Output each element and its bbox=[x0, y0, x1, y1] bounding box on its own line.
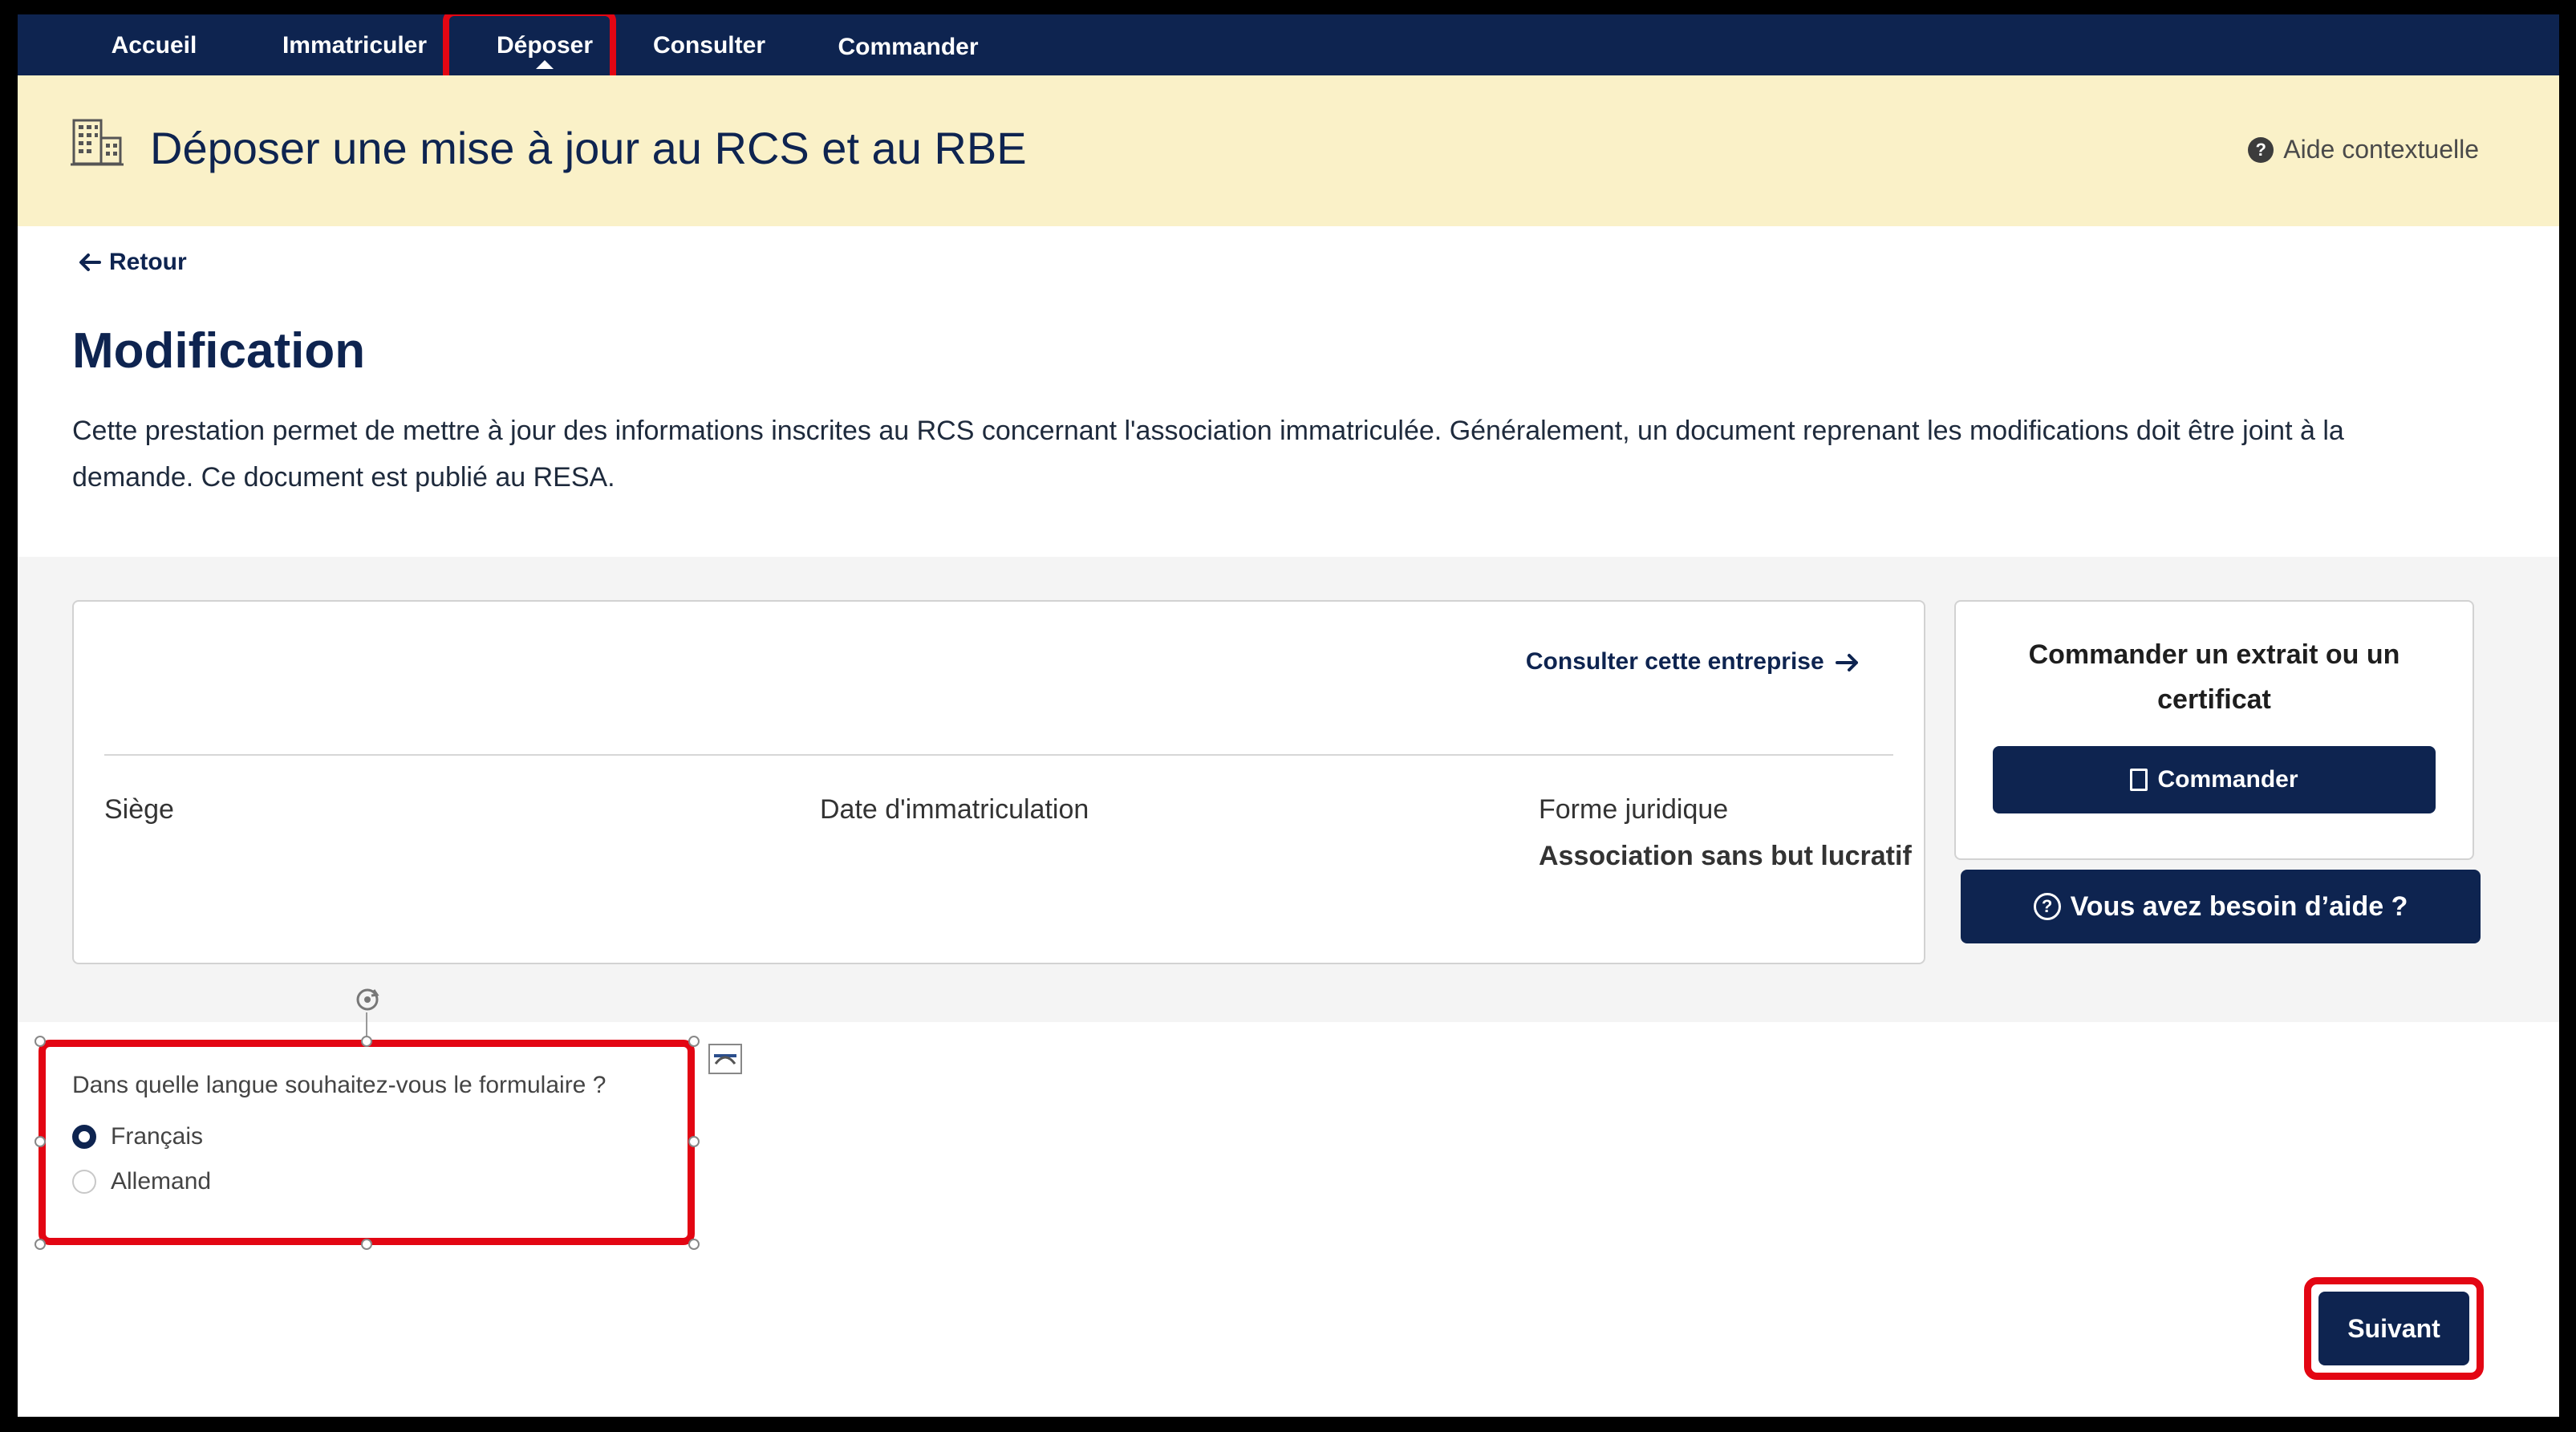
consulter-entreprise-label: Consulter cette entreprise bbox=[1525, 648, 1824, 675]
resize-handle[interactable] bbox=[688, 1136, 700, 1147]
nav-immatriculer[interactable]: Immatriculer bbox=[258, 26, 451, 66]
resize-handle[interactable] bbox=[688, 1239, 700, 1250]
field-label-forme-juridique: Forme juridique bbox=[1539, 794, 1729, 825]
arrow-right-icon bbox=[1836, 654, 1858, 672]
page-header-title: Déposer une mise à jour au RCS et au RBE bbox=[150, 123, 1027, 173]
nav-accueil[interactable]: Accueil bbox=[98, 26, 210, 66]
nav-consulter[interactable]: Consulter bbox=[637, 26, 781, 66]
consulter-entreprise-link[interactable]: Consulter cette entreprise bbox=[1526, 648, 1860, 675]
arrow-left-icon bbox=[79, 254, 101, 271]
commander-button-label: Commander bbox=[2157, 766, 2298, 793]
nav-commander[interactable]: Commander bbox=[820, 27, 996, 67]
layout-options-icon[interactable] bbox=[708, 1043, 743, 1075]
card-divider bbox=[104, 754, 1893, 756]
back-label: Retour bbox=[109, 249, 187, 275]
rotate-handle-icon[interactable] bbox=[351, 985, 383, 1017]
resize-handle[interactable] bbox=[34, 1239, 46, 1250]
document-icon bbox=[2130, 769, 2148, 791]
commander-button[interactable]: Commander bbox=[1993, 746, 2436, 813]
besoin-aide-button[interactable]: ? Vous avez besoin d’aide ? bbox=[1961, 870, 2481, 943]
resize-handle[interactable] bbox=[688, 1036, 700, 1047]
besoin-aide-label: Vous avez besoin d’aide ? bbox=[2070, 890, 2408, 922]
top-navigation: Accueil Immatriculer Déposer Consulter C… bbox=[18, 14, 2559, 75]
resize-handle[interactable] bbox=[361, 1036, 372, 1047]
field-label-date-immatriculation: Date d'immatriculation bbox=[820, 794, 1089, 825]
commander-card-title: Commander un extrait ou un certificat bbox=[2028, 639, 2400, 715]
page-header-band: Déposer une mise à jour au RCS et au RBE… bbox=[18, 75, 2559, 226]
radio-button-checked[interactable] bbox=[72, 1125, 96, 1149]
entreprise-card: Consulter cette entreprise Siège Date d'… bbox=[72, 600, 1925, 964]
radio-label-allemand: Allemand bbox=[111, 1168, 212, 1195]
back-link[interactable]: Retour bbox=[79, 249, 187, 276]
radio-button-unchecked[interactable] bbox=[72, 1170, 96, 1194]
radio-option-allemand[interactable]: Allemand bbox=[72, 1168, 211, 1195]
suivant-button[interactable]: Suivant bbox=[2318, 1292, 2469, 1365]
page-title: Modification bbox=[72, 323, 366, 379]
radio-label-francais: Français bbox=[111, 1123, 204, 1150]
question-circle-icon: ? bbox=[2248, 136, 2274, 163]
field-label-siege: Siège bbox=[104, 794, 174, 825]
building-icon bbox=[71, 119, 124, 166]
resize-handle[interactable] bbox=[361, 1239, 372, 1250]
radio-option-francais[interactable]: Français bbox=[72, 1123, 203, 1150]
app-frame: Accueil Immatriculer Déposer Consulter C… bbox=[18, 14, 2559, 1417]
commander-card: Commander un extrait ou un certificat Co… bbox=[1954, 600, 2474, 860]
resize-handle[interactable] bbox=[34, 1036, 46, 1047]
aide-contextuelle-label: Aide contextuelle bbox=[2283, 135, 2479, 164]
field-value-forme-juridique: Association sans but lucratif bbox=[1539, 841, 1912, 871]
suivant-button-label: Suivant bbox=[2347, 1313, 2440, 1343]
resize-handle[interactable] bbox=[34, 1136, 46, 1147]
page-description: Cette prestation permet de mettre à jour… bbox=[72, 416, 2344, 493]
question-circle-icon: ? bbox=[2033, 893, 2061, 920]
aide-contextuelle-link[interactable]: ? Aide contextuelle bbox=[2248, 135, 2479, 164]
language-question: Dans quelle langue souhaitez-vous le for… bbox=[72, 1072, 606, 1098]
